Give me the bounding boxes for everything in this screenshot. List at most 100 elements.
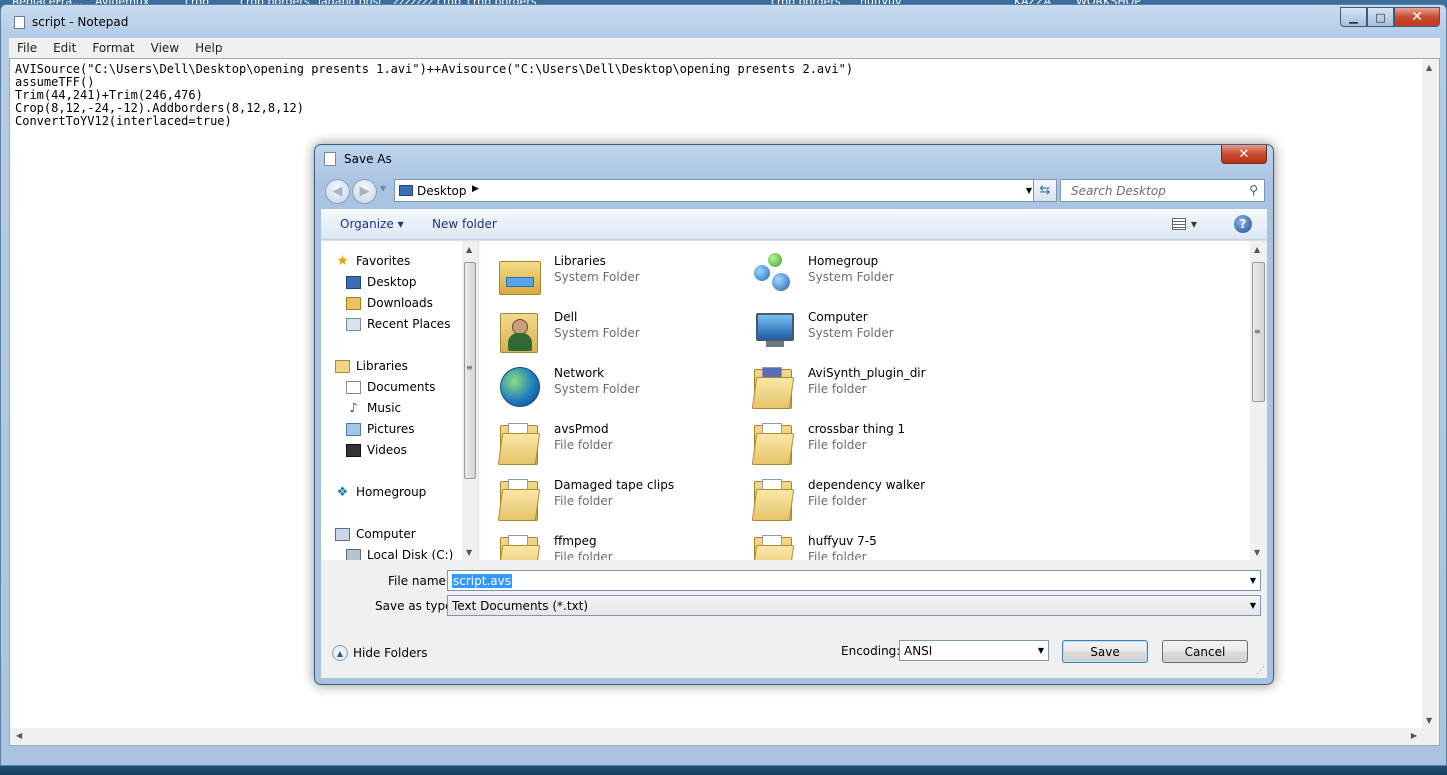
chevron-down-icon[interactable]: ▼ [1038,646,1044,655]
maximize-button[interactable]: □ [1367,7,1394,27]
folder-icon [496,475,542,523]
file-type: File folder [554,494,613,508]
file-type: File folder [554,438,613,452]
menu-view[interactable]: View [143,41,187,55]
nav-pictures[interactable]: Pictures [346,422,415,436]
nav-desktop[interactable]: Desktop [346,275,417,289]
save-button[interactable]: Save [1062,640,1148,663]
chevron-down-icon[interactable]: ▾ [1191,217,1197,231]
dialog-close-button[interactable]: ✕ [1221,145,1267,164]
close-button[interactable]: ✕ [1394,7,1440,27]
encoding-label: Encoding: [841,644,901,658]
scroll-down-icon[interactable]: ▼ [1426,716,1432,725]
horizontal-scrollbar[interactable]: ◀ ▶ [10,728,1423,745]
file-item[interactable]: avsPmod File folder [482,417,722,469]
new-folder-button[interactable]: New folder [432,217,497,231]
file-name: avsPmod [554,422,609,436]
file-item[interactable]: Dell System Folder [482,305,722,357]
minimize-button[interactable]: ▁ [1340,7,1367,27]
nav-label: Homegroup [356,485,427,499]
scroll-down-icon[interactable]: ▼ [466,548,472,557]
file-item[interactable]: dependency walker File folder [736,473,976,525]
file-name: Computer [808,310,868,324]
save-type-select[interactable]: Text Documents (*.txt) ▼ [447,595,1261,616]
address-bar[interactable]: Desktop ▶ ▼ [394,179,1037,202]
file-item[interactable]: Homegroup System Folder [736,249,976,301]
file-name: Libraries [554,254,606,268]
nav-videos[interactable]: Videos [346,443,407,457]
nav-music[interactable]: ♪ Music [346,400,401,416]
chevron-down-icon[interactable]: ▼ [1250,576,1256,585]
address-crumb[interactable]: Desktop [417,184,467,198]
nav-label: Recent Places [367,317,451,331]
nav-recent-places[interactable]: Recent Places [346,317,450,331]
computer-icon [750,307,796,355]
nav-downloads[interactable]: Downloads [346,296,433,310]
libraries-icon [335,359,350,373]
menu-format[interactable]: Format [84,41,142,55]
music-icon: ♪ [349,400,358,416]
chevron-down-icon[interactable]: ▼ [1026,186,1032,195]
recent-locations-icon[interactable]: ▼ [380,184,386,193]
editor-content[interactable]: AVISource("C:\Users\Dell\Desktop\opening… [15,63,853,128]
scroll-down-icon[interactable]: ▼ [1254,548,1260,557]
organize-label: Organize [340,217,394,231]
save-options: File name: script.avs ▼ Save as type: Te… [321,560,1267,678]
hide-folders-button[interactable]: ▲ Hide Folders [332,645,428,661]
vertical-scrollbar[interactable]: ▲ ▼ [1422,59,1439,729]
file-name-input[interactable]: script.avs ▼ [447,570,1261,591]
file-name: ffmpeg [554,534,597,548]
window-controls: ▁ □ ✕ [1340,7,1440,27]
back-button[interactable]: ◀ [325,179,350,204]
scroll-right-icon[interactable]: ▶ [1411,731,1417,740]
file-item[interactable]: huffyuv 7-5 File folder [736,529,976,561]
folder-icon [750,475,796,523]
file-item[interactable]: Computer System Folder [736,305,976,357]
network-icon [496,363,542,411]
file-item[interactable]: AviSynth_plugin_dir File folder [736,361,976,413]
scroll-up-icon[interactable]: ▲ [466,245,472,254]
downloads-folder-icon [346,296,361,310]
organize-button[interactable]: Organize ▾ [340,217,404,231]
refresh-button[interactable]: ⇆ [1033,179,1057,202]
change-view-button[interactable]: ▾ [1172,216,1204,232]
file-item[interactable]: crossbar thing 1 File folder [736,417,976,469]
forward-button[interactable]: ▶ [352,179,377,204]
pictures-icon [346,422,361,436]
cancel-button[interactable]: Cancel [1162,640,1248,663]
save-type-value: Text Documents (*.txt) [452,599,589,613]
search-input[interactable]: Search Desktop ⚲ [1060,179,1265,202]
nav-homegroup[interactable]: ❖ Homegroup [335,485,427,500]
menu-help[interactable]: Help [187,41,230,55]
chevron-right-icon[interactable]: ▶ [472,184,479,194]
file-item[interactable]: ffmpeg File folder [482,529,722,561]
file-item[interactable]: Libraries System Folder [482,249,722,301]
scroll-left-icon[interactable]: ◀ [16,731,22,740]
file-name-value[interactable]: script.avs [452,574,512,588]
encoding-select[interactable]: ANSI ▼ [899,640,1049,661]
file-name: crossbar thing 1 [808,422,906,436]
resize-grip[interactable]: ⋰ [1256,666,1265,676]
menu-file[interactable]: File [9,41,45,55]
nav-label: Documents [367,380,436,394]
scroll-up-icon[interactable]: ▲ [1426,63,1432,72]
help-button[interactable]: ? [1234,215,1252,233]
desktop-icon [399,185,413,196]
file-item[interactable]: Network System Folder [482,361,722,413]
nav-scrollbar[interactable]: ▲ ≡ ▼ [462,241,478,561]
notepad-icon [14,16,25,29]
chevron-down-icon[interactable]: ▼ [1250,601,1256,610]
nav-favorites[interactable]: ★ Favorites [335,253,410,269]
file-item[interactable]: Damaged tape clips File folder [482,473,722,525]
nav-computer[interactable]: Computer [335,527,416,541]
file-list-scrollbar[interactable]: ▲ ≡ ▼ [1250,241,1267,561]
scroll-corner [1422,728,1439,745]
menu-edit[interactable]: Edit [45,41,84,55]
scroll-up-icon[interactable]: ▲ [1254,245,1260,254]
search-icon[interactable]: ⚲ [1249,183,1258,197]
nav-libraries[interactable]: Libraries [335,359,408,373]
file-name: huffyuv 7-5 [808,534,877,548]
search-placeholder: Search Desktop [1071,184,1166,198]
file-type: File folder [808,382,867,396]
nav-documents[interactable]: Documents [346,380,435,394]
